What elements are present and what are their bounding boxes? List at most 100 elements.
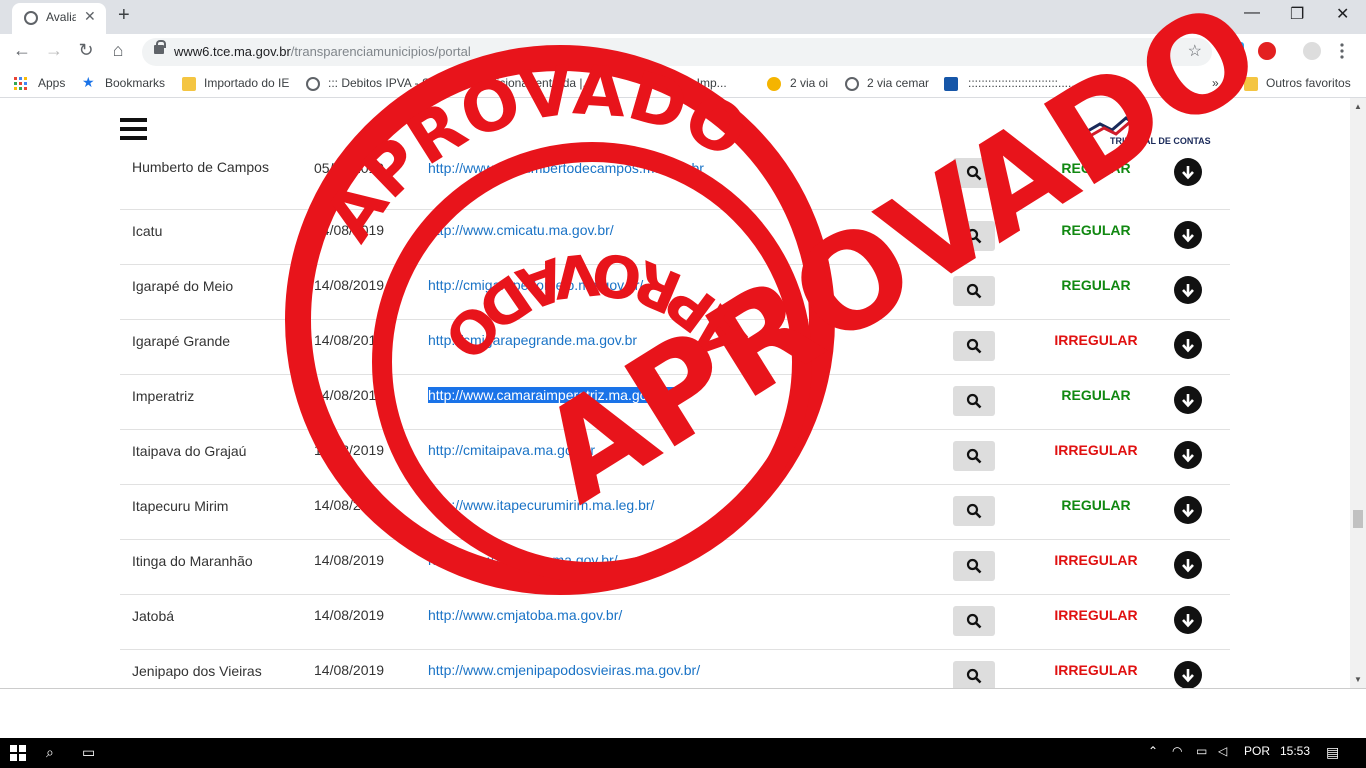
search-button[interactable]: [953, 606, 995, 636]
download-button[interactable]: [1174, 221, 1202, 249]
battery-icon[interactable]: ▭: [1196, 744, 1207, 758]
portal-link[interactable]: http://www.itapecurumirim.ma.leg.br/: [428, 497, 654, 513]
download-button[interactable]: [1174, 606, 1202, 634]
portal-link[interactable]: http://www.cmjenipapodosvieiras.ma.gov.b…: [428, 662, 700, 678]
municipality-name: Igarapé do Meio: [132, 278, 234, 294]
download-button[interactable]: [1174, 496, 1202, 524]
bookmark-item[interactable]: C...ADOR Imp...: [640, 76, 727, 90]
search-button[interactable]: [953, 276, 995, 306]
wifi-icon[interactable]: ◠: [1172, 744, 1182, 758]
search-icon: [966, 558, 982, 574]
scroll-thumb[interactable]: [1353, 510, 1363, 528]
extension-icon[interactable]: [1258, 42, 1276, 60]
municipality-name: Jatobá: [132, 608, 175, 624]
clock[interactable]: 15:53: [1280, 744, 1310, 758]
search-icon: [966, 283, 982, 299]
page-scrollbar[interactable]: ▲ ▼: [1350, 98, 1366, 688]
portal-link[interactable]: http://cmigarapedomeio.ma.gov.br/: [428, 277, 643, 293]
new-tab-button[interactable]: +: [118, 4, 130, 27]
hamburger-menu-icon[interactable]: [120, 118, 147, 140]
search-icon: [966, 668, 982, 684]
bookmark-apps[interactable]: Apps: [38, 76, 65, 90]
arrow-down-icon: [1182, 449, 1194, 463]
bookmark-item[interactable]: 2 via cemar: [867, 76, 929, 90]
search-button[interactable]: [953, 221, 995, 251]
tray-chevron-icon[interactable]: ⌃: [1148, 744, 1158, 758]
arrow-down-icon: [1182, 229, 1194, 243]
bookmark-item[interactable]: 2 via oi: [790, 76, 828, 90]
menu-dots-icon[interactable]: [1340, 42, 1344, 60]
notification-icon[interactable]: ▤: [1326, 744, 1339, 761]
search-button[interactable]: [953, 158, 995, 188]
language-indicator[interactable]: POR: [1244, 744, 1270, 758]
download-button[interactable]: [1174, 158, 1202, 186]
bookmark-item[interactable]: Bookmarks: [105, 76, 165, 90]
search-icon: [966, 228, 982, 244]
volume-icon[interactable]: ◁: [1218, 744, 1227, 758]
arrow-down-icon: [1182, 614, 1194, 628]
search-button[interactable]: [953, 331, 995, 361]
scroll-down-icon[interactable]: ▼: [1354, 675, 1362, 684]
portal-link[interactable]: http://www.cmitinga.ma.gov.br/: [428, 552, 618, 568]
oi-icon: [767, 77, 781, 91]
page-content: TRIBUNAL DE CONTAS Humberto de Campos 05/…: [0, 98, 1350, 688]
municipality-name: Igarapé Grande: [132, 333, 231, 349]
portal-link[interactable]: http://www.cmjatoba.ma.gov.br/: [428, 607, 622, 623]
portal-link[interactable]: http://cmitaipava.ma.gov.br: [428, 442, 595, 458]
download-button[interactable]: [1174, 331, 1202, 359]
bookmark-item[interactable]: Importado do IE: [204, 76, 289, 90]
table-row: Humberto de Campos 05/08/2019 http://www.c…: [120, 155, 1230, 210]
forward-icon[interactable]: →: [42, 40, 66, 61]
evaluation-date: 14/08/2019: [314, 552, 385, 568]
bookmarks-overflow-icon[interactable]: »: [1212, 76, 1219, 90]
globe-icon: [24, 11, 38, 25]
table-row: Igarapé do Meio 14/08/2019 http://cmigarap…: [120, 265, 1230, 320]
status-badge: IRREGULAR: [1054, 332, 1138, 348]
browser-tab[interactable]: Avalia ✕: [12, 3, 106, 34]
arrow-down-icon: [1182, 504, 1194, 518]
portal-link[interactable]: http://cmigarapegrande.ma.gov.br: [428, 332, 637, 348]
search-button[interactable]: [953, 441, 995, 471]
windows-start-icon[interactable]: [10, 745, 26, 764]
status-badge: REGULAR: [1061, 277, 1131, 293]
search-icon[interactable]: ⌕: [46, 744, 54, 761]
portal-link[interactable]: http://www.cmhumbertodecampos.ma.gov.br: [428, 160, 704, 176]
bookmark-item[interactable]: ::: Debitos IPVA - SE: [328, 76, 438, 90]
portal-link[interactable]: http://www.camaraimperatriz.ma.gov.br/: [428, 387, 674, 403]
search-button[interactable]: [953, 386, 995, 416]
url-text: www6.tce.ma.gov.br/transparenciamunicipi…: [174, 44, 471, 59]
download-button[interactable]: [1174, 276, 1202, 304]
restore-icon[interactable]: ❐: [1290, 4, 1304, 24]
bookmark-other-favorites[interactable]: Outros favoritos: [1266, 76, 1351, 90]
extension-icon[interactable]: [1226, 42, 1244, 60]
minimize-icon[interactable]: —: [1244, 4, 1260, 22]
download-button[interactable]: [1174, 386, 1202, 414]
search-button[interactable]: [953, 496, 995, 526]
back-icon[interactable]: ←: [10, 40, 34, 61]
download-button[interactable]: [1174, 661, 1202, 688]
status-badge: REGULAR: [1061, 387, 1131, 403]
search-button[interactable]: [953, 551, 995, 581]
scroll-up-icon[interactable]: ▲: [1354, 102, 1362, 111]
search-icon: [966, 448, 982, 464]
address-bar[interactable]: www6.tce.ma.gov.br/transparenciamunicipi…: [142, 38, 1212, 66]
task-view-icon[interactable]: ▭: [82, 744, 95, 761]
tce-logo: TRIBUNAL DE CONTAS: [1082, 114, 1216, 148]
reload-icon[interactable]: ↻: [74, 40, 98, 61]
search-button[interactable]: [953, 661, 995, 688]
profile-avatar[interactable]: [1303, 42, 1321, 60]
bookmark-item[interactable]: :::::::::::::::::::::::::::.......... h.…: [968, 76, 1111, 90]
close-window-icon[interactable]: ✕: [1336, 4, 1349, 24]
portal-link[interactable]: http://www.cmicatu.ma.gov.br/: [428, 222, 614, 238]
municipality-name: Itapecuru Mirim: [132, 498, 229, 514]
download-button[interactable]: [1174, 441, 1202, 469]
bookmark-star-icon[interactable]: ☆: [1188, 41, 1202, 61]
arrow-down-icon: [1182, 559, 1194, 573]
globe-icon: [845, 77, 859, 91]
folder-icon: [1244, 77, 1258, 91]
tab-close-icon[interactable]: ✕: [84, 8, 96, 25]
evaluation-date: 14/08/2019: [314, 277, 385, 293]
download-button[interactable]: [1174, 551, 1202, 579]
home-icon[interactable]: ⌂: [106, 40, 130, 61]
bookmark-item[interactable]: Adicionar entrada |...: [482, 76, 593, 90]
